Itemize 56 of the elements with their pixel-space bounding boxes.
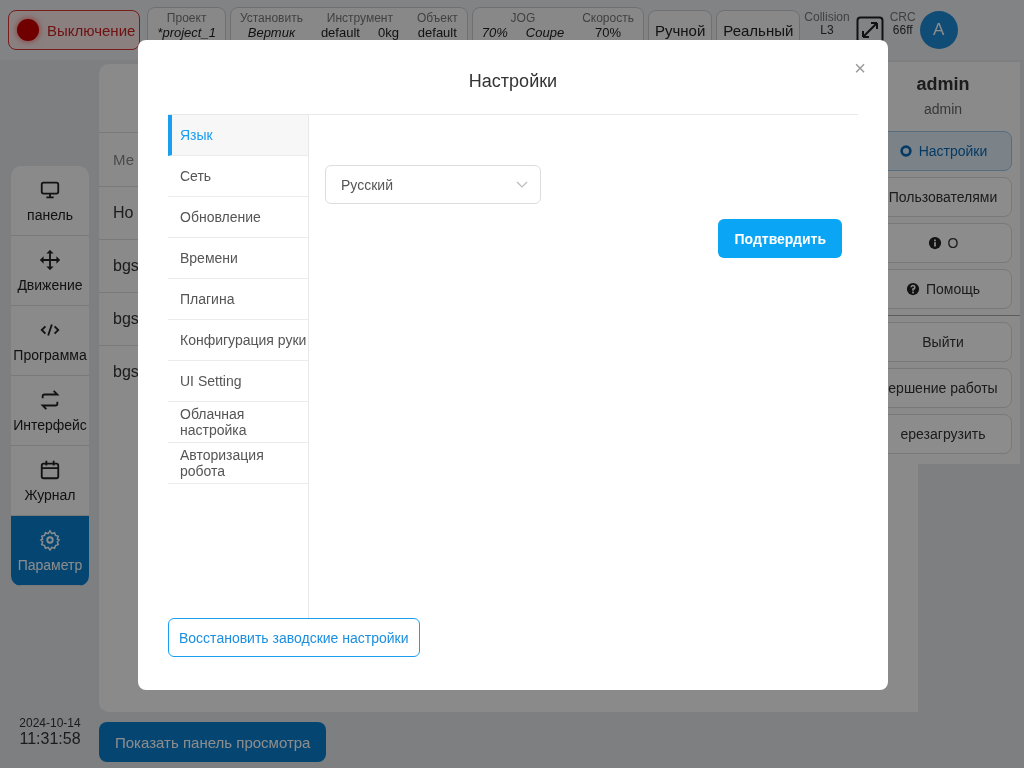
nav-item[interactable]: Программа [11,306,89,376]
settings-tab[interactable]: Язык [168,115,308,156]
status-value: default [417,25,457,40]
status-value: 70% [481,25,508,40]
help-icon [905,282,920,296]
show-preview-button[interactable]: Показать панель просмотра [99,722,327,762]
nav-item[interactable]: панель [11,166,89,236]
user-name: admin [916,74,970,95]
user-role: admin [923,101,963,117]
collision-value: L3 [820,24,834,37]
settings-tab[interactable]: Сеть [168,156,308,197]
status-value: Вертик [247,25,296,40]
status-value: 70% [595,25,622,40]
crc-label: CRC [889,11,916,24]
status-label: Инструмент [326,11,393,25]
list-header: Ме [113,151,134,168]
date-text: 2024-10-14 [19,716,81,730]
status-value: 0kg [377,25,399,40]
language-select[interactable]: Русский [325,165,541,204]
list-item[interactable]: bgs [113,363,139,380]
nav-item[interactable]: Интерфейс [11,376,89,446]
confirm-button[interactable]: Подтвердить [718,219,842,258]
settings-tab[interactable]: Облачная настройка [168,402,308,443]
power-indicator-icon [17,19,39,41]
status-value: *project_1 [157,25,216,40]
settings-tab[interactable]: Времени [168,238,308,279]
status-label: Объект [416,11,458,25]
dialog-title: Настройки [468,70,558,92]
settings-tab[interactable]: Плагина [168,279,308,320]
list-item[interactable]: bgs [113,257,139,274]
move-arrows-icon [39,248,61,271]
list-item[interactable]: Ho [113,204,134,221]
power-button[interactable]: Выключение [8,10,141,50]
swap-arrows-icon [39,388,61,411]
user-avatar[interactable]: A [919,11,958,49]
time-text: 11:31:58 [19,730,81,748]
settings-tab[interactable]: Авторизация робота [168,443,308,484]
settings-tab[interactable]: Конфигурация руки [168,320,308,361]
status-value: Coupe [525,25,565,40]
settings-tab[interactable]: UI Setting [168,361,308,402]
status-label: JOG [510,11,536,25]
chevron-down-icon [516,180,528,189]
close-button[interactable]: × [850,58,870,78]
nav-item[interactable]: Параметр [11,516,89,586]
status-value: default [320,25,360,40]
nav-item[interactable]: Движение [11,236,89,306]
collision-label: Collision [804,11,850,24]
crc-value: 66ff [892,24,913,37]
status-label: Проект [166,11,207,25]
settings-tab[interactable]: Обновление [168,197,308,238]
list-item[interactable]: bgs [113,310,139,327]
status-label: Установить [239,11,303,25]
factory-reset-button[interactable]: Восстановить заводские настройки [168,618,420,657]
calendar-icon [39,458,61,481]
status-label: Скорость [582,11,634,25]
info-icon [927,236,942,250]
